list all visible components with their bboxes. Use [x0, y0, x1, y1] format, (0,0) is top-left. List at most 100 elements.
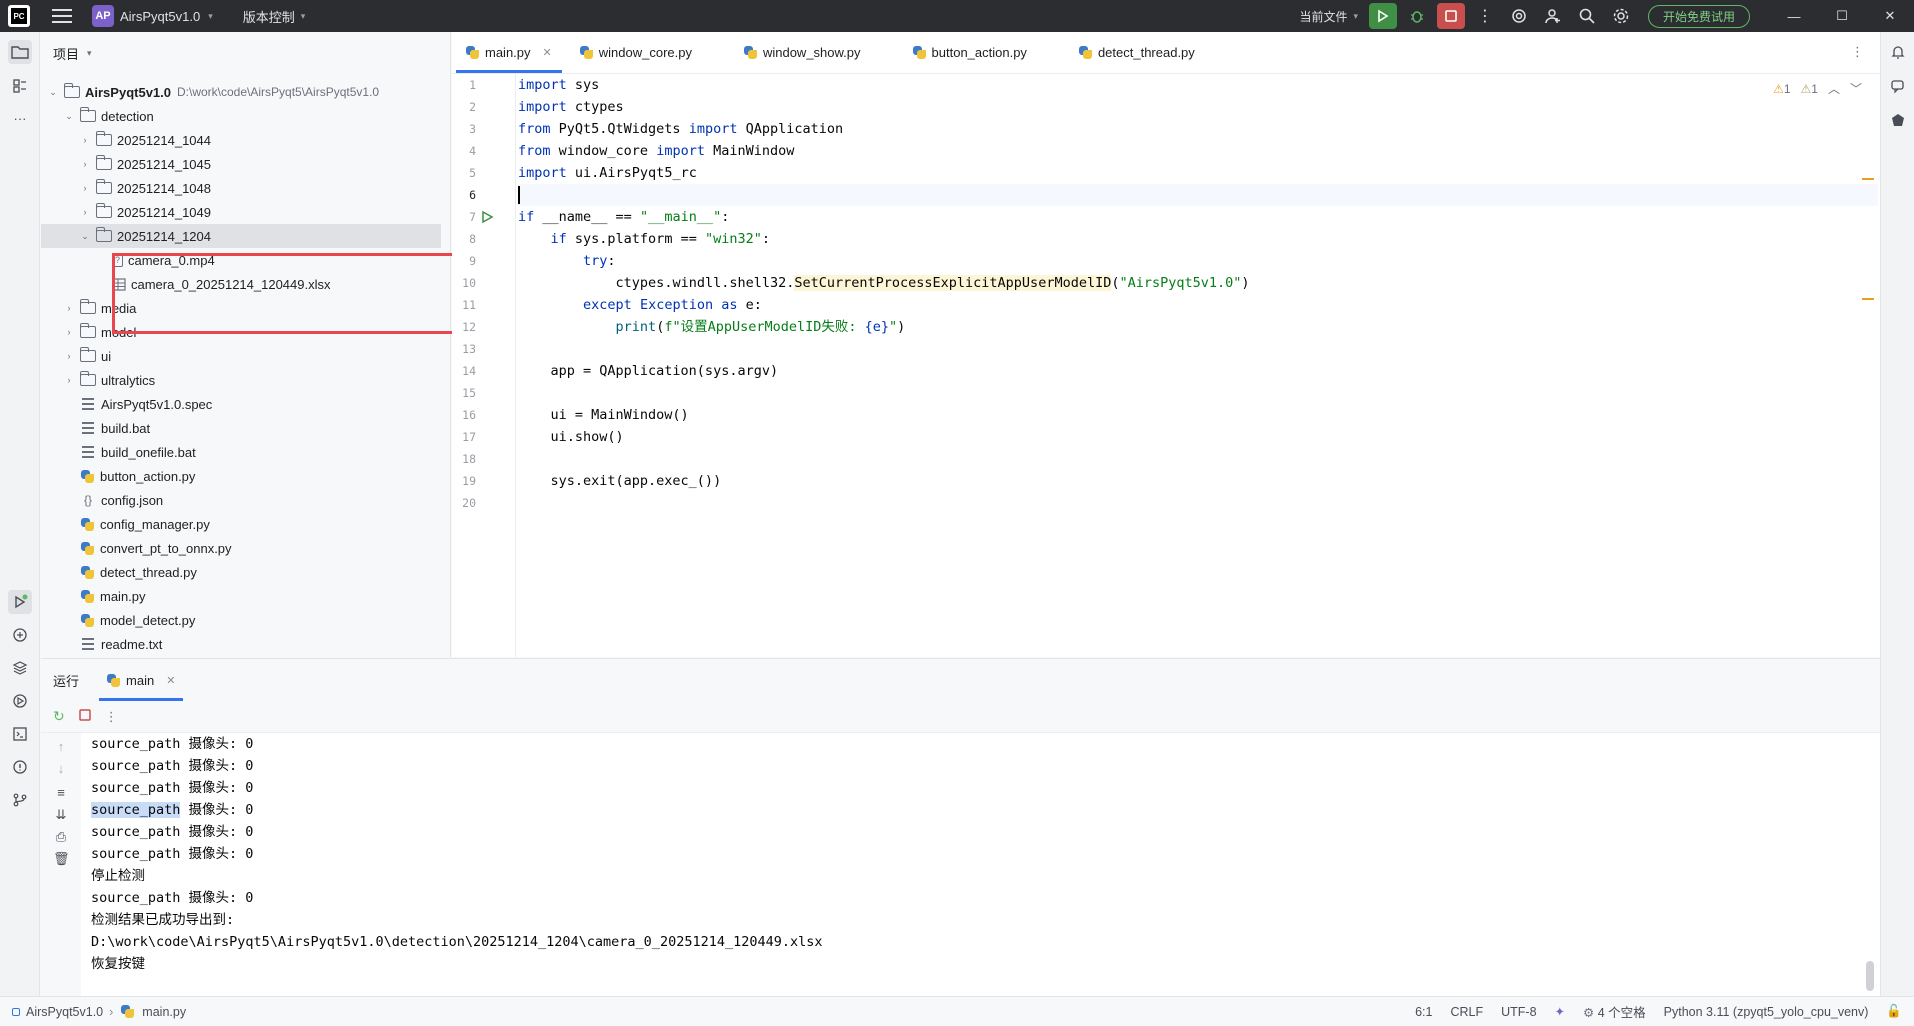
debug-button[interactable]	[1403, 3, 1431, 29]
file-encoding[interactable]: UTF-8	[1501, 1005, 1536, 1019]
tree-file[interactable]: model_detect.py	[41, 608, 441, 632]
project-switcher[interactable]: AP AirsPyqt5v1.0 ▾	[92, 5, 213, 27]
tree-folder[interactable]: › 20251214_1049	[41, 200, 441, 224]
add-user-button[interactable]	[1539, 3, 1567, 29]
tree-file[interactable]: build.bat	[41, 416, 441, 440]
rerun-button[interactable]	[1368, 3, 1397, 29]
stop-button[interactable]	[1436, 3, 1465, 29]
tab-window-core[interactable]: window_core.py	[566, 31, 706, 73]
tree-file[interactable]: detect_thread.py	[41, 560, 441, 584]
project-panel-header[interactable]: 项目 ▾	[41, 32, 450, 74]
git-button[interactable]	[8, 788, 32, 812]
plugin-button[interactable]	[1886, 108, 1910, 132]
tree-folder-selected[interactable]: ⌄ 20251214_1204	[41, 224, 441, 248]
chevron-right-icon[interactable]: ›	[79, 183, 91, 193]
tree-folder[interactable]: › ui	[41, 344, 441, 368]
terminal-button[interactable]	[8, 722, 32, 746]
trash-icon[interactable]: 🗑	[53, 851, 70, 867]
chevron-right-icon[interactable]: ›	[63, 303, 75, 313]
chevron-right-icon[interactable]: ›	[79, 135, 91, 145]
warning-count[interactable]: ⚠1	[1773, 82, 1790, 96]
python-packages-button[interactable]	[8, 623, 32, 647]
tree-file[interactable]: readme.txt	[41, 632, 441, 656]
run-tab-main[interactable]: main ✕	[99, 659, 184, 701]
close-icon[interactable]: ✕	[166, 674, 175, 687]
soft-wrap-icon[interactable]: ≡	[53, 785, 69, 801]
services-button[interactable]	[8, 689, 32, 713]
tree-file[interactable]: config_manager.py	[41, 512, 441, 536]
settings-button[interactable]	[1607, 3, 1635, 29]
ai-plugin-icon[interactable]: ✦	[1555, 1004, 1565, 1019]
problems-button[interactable]	[8, 755, 32, 779]
chevron-down-icon[interactable]: ⌄	[63, 111, 75, 122]
tab-window-show[interactable]: window_show.py	[730, 31, 875, 73]
maximize-button[interactable]: ☐	[1818, 0, 1866, 32]
tree-file[interactable]: AirsPyqt5v1.0.spec	[41, 392, 441, 416]
arrow-up-icon[interactable]: ↑	[53, 739, 69, 755]
tabs-more-icon[interactable]: ⋮	[1851, 44, 1864, 60]
rerun-icon[interactable]: ↻	[53, 708, 65, 725]
run-tool-button[interactable]	[8, 590, 32, 614]
chevron-up-icon[interactable]: ︿	[1828, 80, 1840, 97]
more-actions-button[interactable]: ⋮	[1471, 3, 1499, 29]
close-window-button[interactable]: ✕	[1866, 0, 1914, 32]
stop-icon[interactable]	[78, 709, 91, 724]
error-stripe-mark[interactable]	[1862, 178, 1874, 180]
caret-position[interactable]: 6:1	[1415, 1005, 1432, 1019]
tree-folder-detection[interactable]: ⌄ detection	[41, 104, 441, 128]
notifications-button[interactable]	[1886, 40, 1910, 64]
ai-chat-button[interactable]	[1886, 74, 1910, 98]
search-button[interactable]	[1573, 3, 1601, 29]
tree-file[interactable]: button_action.py	[41, 464, 441, 488]
tab-detect-thread[interactable]: detect_thread.py	[1065, 31, 1209, 73]
breadcrumb-file[interactable]: main.py	[142, 1005, 186, 1019]
free-trial-button[interactable]: 开始免费试用	[1647, 4, 1750, 28]
line-separator[interactable]: CRLF	[1450, 1005, 1483, 1019]
structure-tool-button[interactable]	[8, 74, 32, 98]
python-interpreter[interactable]: Python 3.11 (zpyqt5_yolo_cpu_venv)	[1664, 1005, 1869, 1019]
console-output[interactable]: source_path 摄像头: 0 source_path 摄像头: 0 so…	[91, 733, 1851, 975]
tree-folder[interactable]: › 20251214_1048	[41, 176, 441, 200]
run-gutter-icon[interactable]	[480, 210, 494, 224]
tree-root[interactable]: ⌄ AirsPyqt5v1.0 D:\work\code\AirsPyqt5\A…	[41, 80, 441, 104]
more-tools-button[interactable]: ···	[8, 106, 32, 130]
weak-warning-count[interactable]: ⚠1	[1801, 82, 1818, 96]
tree-file[interactable]: build_onefile.bat	[41, 440, 441, 464]
chevron-right-icon[interactable]: ›	[63, 351, 75, 361]
chevron-right-icon[interactable]: ›	[63, 327, 75, 337]
chevron-down-icon[interactable]: ⌄	[47, 87, 59, 98]
tree-folder[interactable]: › 20251214_1044	[41, 128, 441, 152]
tree-file[interactable]: main.py	[41, 584, 441, 608]
chevron-right-icon[interactable]: ›	[63, 375, 75, 385]
run-config-selector[interactable]: 当前文件 ▾	[1299, 8, 1358, 25]
main-menu-icon[interactable]	[52, 9, 72, 23]
close-icon[interactable]: ✕	[543, 46, 552, 59]
inspection-widget[interactable]: ⚠1 ⚠1 ︿ ﹀	[1773, 80, 1862, 97]
chevron-down-icon[interactable]: ⌄	[79, 231, 91, 242]
tab-main-py[interactable]: main.py ✕	[452, 31, 566, 73]
tree-folder[interactable]: › 20251214_1045	[41, 152, 441, 176]
chevron-right-icon[interactable]: ›	[79, 207, 91, 217]
vcs-menu[interactable]: 版本控制 ▾	[243, 7, 306, 26]
arrow-down-icon[interactable]: ↓	[53, 761, 69, 777]
tree-item-label: config_manager.py	[100, 516, 210, 532]
code-area[interactable]: import sys import ctypes from PyQt5.QtWi…	[518, 74, 1878, 657]
read-only-toggle-icon[interactable]: 🔓	[1886, 1004, 1902, 1019]
scroll-to-end-icon[interactable]: ⇊	[53, 807, 69, 823]
console-scrollbar[interactable]	[1866, 961, 1874, 991]
ai-assistant-button[interactable]	[1505, 3, 1533, 29]
minimize-button[interactable]: —	[1770, 0, 1818, 32]
error-stripe-mark[interactable]	[1862, 298, 1874, 300]
tree-folder[interactable]: › ultralytics	[41, 368, 441, 392]
chevron-right-icon[interactable]: ›	[79, 159, 91, 169]
layers-button[interactable]	[8, 656, 32, 680]
chevron-down-icon[interactable]: ﹀	[1850, 80, 1862, 97]
project-tool-button[interactable]	[8, 40, 32, 64]
tab-button-action[interactable]: button_action.py	[899, 31, 1041, 73]
tree-file[interactable]: {} config.json	[41, 488, 441, 512]
tree-file[interactable]: convert_pt_to_onnx.py	[41, 536, 441, 560]
breadcrumb-project[interactable]: AirsPyqt5v1.0	[26, 1005, 103, 1019]
print-icon[interactable]: ⎙	[53, 829, 69, 845]
more-options-icon[interactable]: ⋮	[105, 709, 118, 725]
indent-setting[interactable]: ⚙ 4 个空格	[1583, 1002, 1646, 1021]
